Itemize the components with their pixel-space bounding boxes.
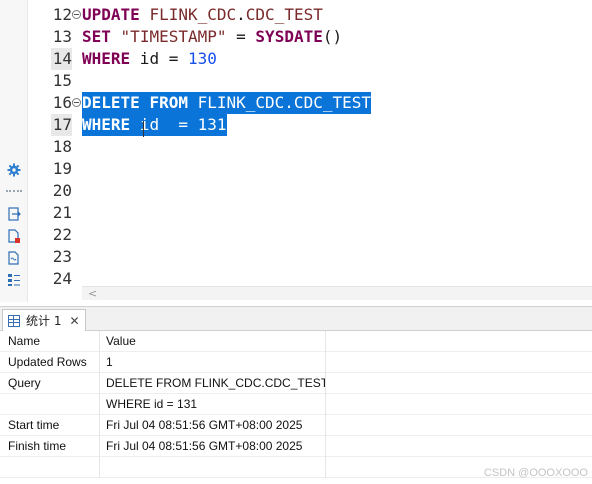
row-value-cell: WHERE id = 131 — [100, 394, 326, 415]
row-value-cell: Fri Jul 04 08:51:56 GMT+08:00 2025 — [100, 415, 326, 436]
line-number: 17 — [50, 114, 72, 136]
row-name-cell: Updated Rows — [0, 352, 100, 373]
code-token: WHERE — [82, 49, 131, 68]
gutter-line: 24 — [28, 268, 82, 290]
row-name-cell — [0, 457, 100, 478]
code-token: 130 — [187, 49, 217, 68]
row-name-cell: Query — [0, 373, 100, 394]
line-number: 12 — [52, 5, 72, 24]
tab-label: 统计 1 — [26, 314, 62, 328]
line-number: 14 — [50, 48, 72, 70]
code-token: DELETE — [82, 93, 140, 112]
line-number: 22 — [52, 225, 72, 244]
code-token: FROM — [149, 93, 188, 112]
table-header-row: Name Value — [0, 331, 592, 352]
gutter-line: 14 — [28, 48, 82, 70]
row-value-cell: 1 — [100, 352, 326, 373]
code-area[interactable]: UPDATE FLINK_CDC.CDC_TEST SET "TIMESTAMP"… — [82, 0, 592, 286]
table-row[interactable]: Updated Rows 1 — [0, 352, 592, 373]
scroll-left-icon[interactable]: < — [88, 287, 97, 300]
sql-editor[interactable]: 12 13 14 15 16 17 18 19 20 21 22 23 24 UPDATE FLINK_… — [0, 0, 592, 302]
file-error-icon[interactable] — [6, 228, 22, 244]
code-line[interactable]: UPDATE FLINK_CDC.CDC_TEST — [82, 4, 323, 26]
results-tab-bar: 统计 1 ✕ — [0, 307, 592, 331]
gutter-line: 20 — [28, 180, 82, 202]
line-number: 19 — [52, 159, 72, 178]
fold-collapse-icon[interactable] — [72, 10, 81, 19]
code-line-selected[interactable]: DELETE FROM FLINK_CDC.CDC_TEST — [82, 92, 371, 114]
fold-collapse-icon[interactable] — [72, 98, 81, 107]
row-name-cell — [0, 394, 100, 415]
gutter-line: 15 — [28, 70, 82, 92]
export-icon[interactable] — [6, 206, 22, 222]
code-line[interactable]: WHERE id = 130 — [82, 48, 217, 70]
editor-side-toolbar — [0, 0, 28, 302]
gutter-line: 21 — [28, 202, 82, 224]
code-token: FLINK_CDC.CDC_TEST — [187, 93, 371, 112]
table-row[interactable]: Start time Fri Jul 04 08:51:56 GMT+08:00… — [0, 415, 592, 436]
code-token: "TIMESTAMP" — [120, 27, 227, 46]
gear-icon[interactable] — [6, 162, 22, 178]
line-number: 16 — [52, 93, 72, 112]
code-token: id = — [130, 49, 188, 68]
grid-table-icon — [8, 314, 20, 327]
toolbar-separator — [6, 190, 22, 192]
code-token: SET — [82, 27, 111, 46]
code-token: 131 — [197, 115, 227, 134]
watermark: CSDN @OOOXOOO — [483, 467, 588, 479]
code-token: WHERE — [82, 115, 131, 134]
gutter-line: 22 — [28, 224, 82, 246]
code-token: id = — [130, 115, 198, 134]
code-line-selected[interactable]: WHERE id = 131 — [82, 114, 227, 136]
row-value-cell — [100, 457, 326, 478]
gutter-line: 12 — [28, 4, 82, 26]
tab-statistics[interactable]: 统计 1 ✕ — [2, 309, 86, 331]
line-number: 13 — [52, 27, 72, 46]
code-token: CDC_TEST — [245, 5, 323, 24]
close-icon[interactable]: ✕ — [69, 315, 79, 327]
table-row[interactable]: Finish time Fri Jul 04 08:51:56 GMT+08:0… — [0, 436, 592, 457]
line-number: 23 — [52, 247, 72, 266]
line-number: 20 — [52, 181, 72, 200]
gutter-line: 17 — [28, 114, 82, 136]
row-name-cell: Finish time — [0, 436, 100, 457]
variable-file-icon[interactable] — [6, 250, 22, 266]
results-panel: 统计 1 ✕ Name Value Updated Rows 1 Query D… — [0, 306, 592, 484]
code-token: = — [226, 27, 256, 46]
column-header-value[interactable]: Value — [100, 331, 326, 352]
row-value-cell: DELETE FROM FLINK_CDC.CDC_TEST — [100, 373, 326, 394]
code-token: () — [322, 27, 343, 46]
line-number: 15 — [52, 71, 72, 90]
table-row[interactable]: Query DELETE FROM FLINK_CDC.CDC_TEST — [0, 373, 592, 394]
line-number: 18 — [52, 137, 72, 156]
row-value-cell: Fri Jul 04 08:51:56 GMT+08:00 2025 — [100, 436, 326, 457]
code-token: . — [236, 5, 246, 24]
gutter-line: 18 — [28, 136, 82, 158]
line-number: 21 — [52, 203, 72, 222]
code-token: SYSDATE — [255, 27, 323, 46]
line-number-gutter: 12 13 14 15 16 17 18 19 20 21 22 23 24 — [28, 0, 82, 288]
line-number: 24 — [52, 269, 72, 288]
code-line[interactable]: SET "TIMESTAMP" = SYSDATE() — [82, 26, 342, 48]
code-token: FLINK_CDC — [149, 5, 237, 24]
outline-icon[interactable] — [6, 272, 22, 288]
gutter-line: 19 — [28, 158, 82, 180]
column-header-name[interactable]: Name — [0, 331, 100, 352]
row-name-cell: Start time — [0, 415, 100, 436]
gutter-line: 13 — [28, 26, 82, 48]
code-token: UPDATE — [82, 5, 140, 24]
text-cursor — [143, 121, 144, 137]
horizontal-scrollbar[interactable]: < — [82, 286, 592, 300]
gutter-line: 23 — [28, 246, 82, 268]
gutter-line: 16 — [28, 92, 82, 114]
table-row[interactable]: WHERE id = 131 — [0, 394, 592, 415]
